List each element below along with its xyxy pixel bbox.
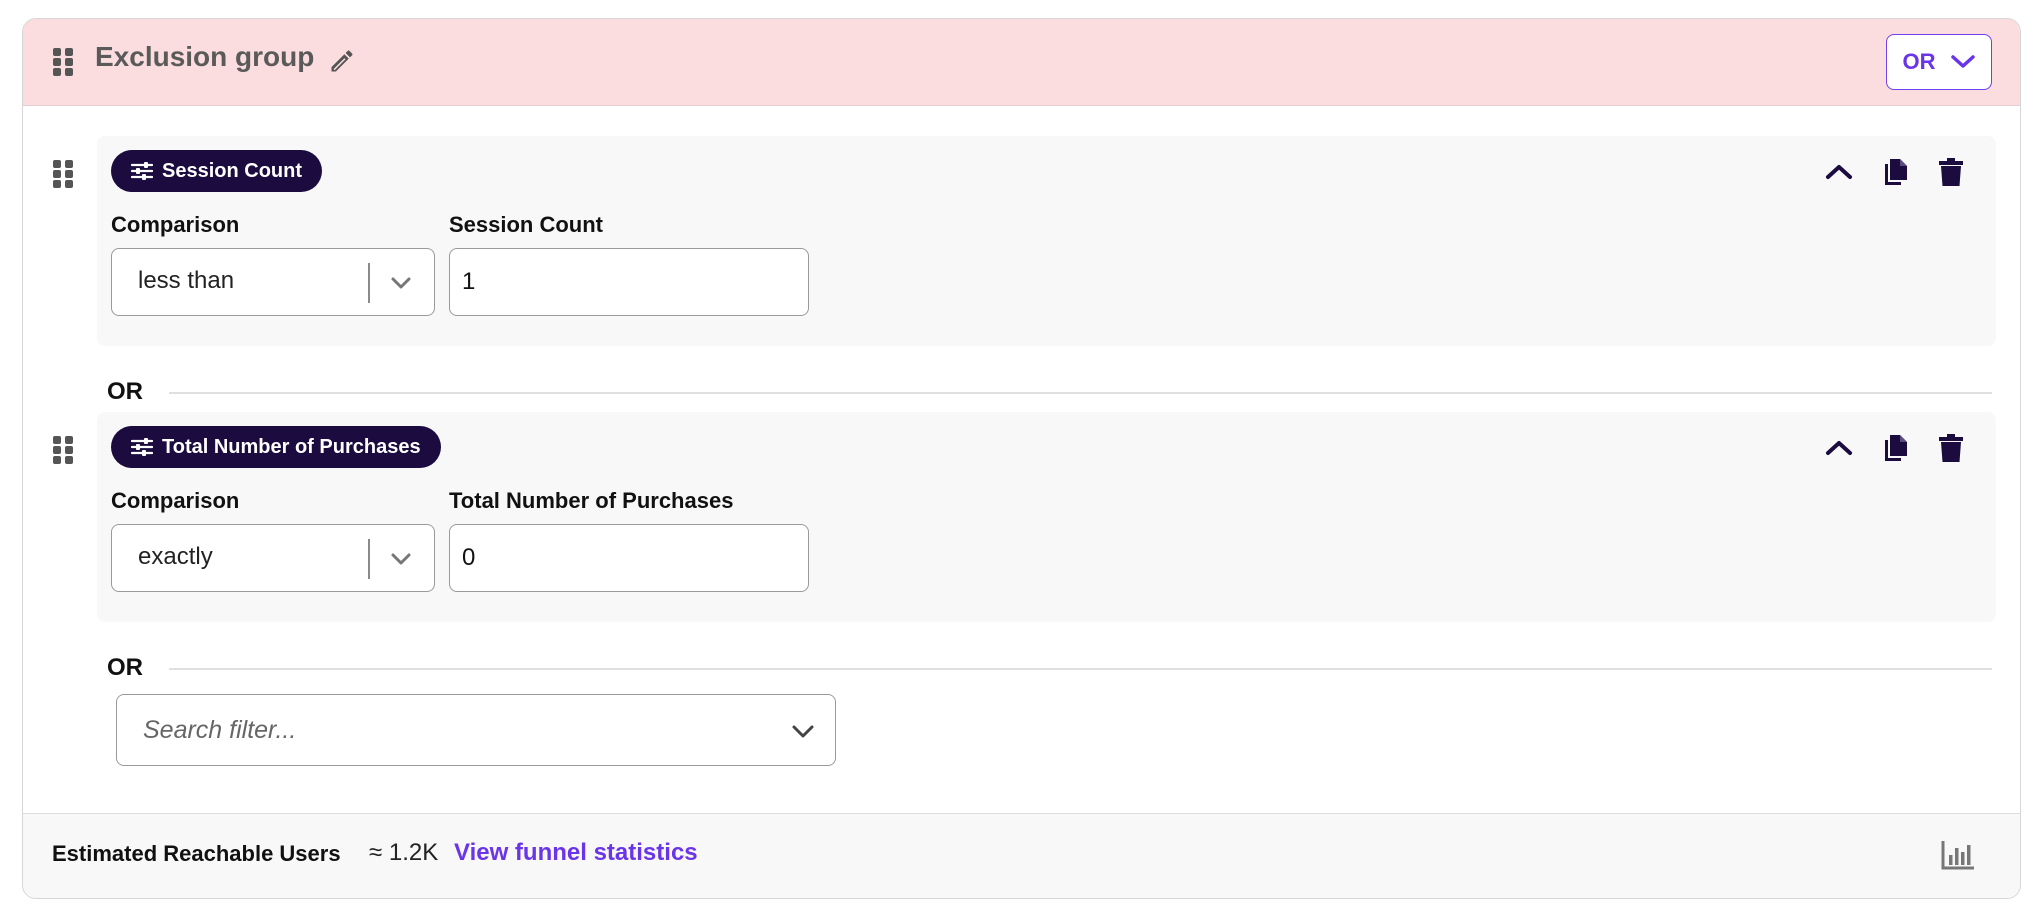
drag-handle-icon[interactable]: [53, 48, 73, 76]
select-divider: [368, 263, 370, 303]
sliders-icon: [131, 162, 153, 180]
estimated-users-value: ≈ 1.2K: [369, 839, 439, 866]
comparison-select[interactable]: exactly: [111, 524, 435, 592]
or-separator-label: OR: [107, 378, 143, 405]
filter-actions: [1824, 432, 1966, 464]
group-header: Exclusion group OR: [23, 19, 2020, 106]
pencil-icon[interactable]: [328, 47, 356, 75]
exclusion-group-card: Exclusion group OR Session Count Compari…: [22, 18, 2021, 899]
value-label: Session Count: [449, 212, 604, 237]
copy-icon[interactable]: [1880, 432, 1910, 464]
filter-actions: [1824, 156, 1966, 188]
copy-icon[interactable]: [1880, 156, 1910, 188]
separator-line: [169, 392, 1992, 394]
comparison-label: Comparison: [111, 212, 240, 237]
group-operator-value: OR: [1902, 49, 1936, 74]
chevron-down-icon: [391, 277, 411, 289]
chevron-up-icon[interactable]: [1824, 432, 1854, 464]
chevron-down-icon: [391, 553, 411, 565]
trash-icon[interactable]: [1936, 432, 1966, 464]
group-title: Exclusion group: [95, 41, 315, 72]
drag-handle-icon[interactable]: [53, 436, 73, 464]
or-separator: OR: [107, 654, 1992, 684]
chevron-down-icon: [1950, 55, 1975, 68]
drag-handle-icon[interactable]: [53, 160, 73, 188]
or-separator: OR: [107, 378, 1992, 408]
comparison-label: Comparison: [111, 488, 240, 513]
trash-icon[interactable]: [1936, 156, 1966, 188]
filter-pill[interactable]: Total Number of Purchases: [111, 426, 441, 468]
comparison-value: exactly: [138, 543, 213, 570]
filter-block-total-purchases: Total Number of Purchases Comparison Tot…: [97, 412, 1996, 622]
search-filter-input[interactable]: [117, 695, 835, 765]
session-count-input[interactable]: [449, 248, 809, 316]
chevron-down-icon: [792, 725, 814, 738]
filter-pill-label: Total Number of Purchases: [162, 435, 421, 458]
comparison-value: less than: [138, 267, 235, 294]
select-divider: [368, 539, 370, 579]
filter-block-session-count: Session Count Comparison Session Count l…: [97, 136, 1996, 346]
view-funnel-statistics-link[interactable]: View funnel statistics: [454, 839, 698, 867]
separator-line: [169, 668, 1992, 670]
search-filter-select[interactable]: [116, 694, 836, 766]
comparison-select[interactable]: less than: [111, 248, 435, 316]
or-separator-label: OR: [107, 654, 143, 681]
value-label: Total Number of Purchases: [449, 488, 734, 513]
group-operator-select[interactable]: OR: [1886, 34, 1992, 90]
sliders-icon: [131, 438, 153, 456]
total-purchases-input[interactable]: [449, 524, 809, 592]
filter-pill-label: Session Count: [162, 159, 303, 182]
chevron-up-icon[interactable]: [1824, 156, 1854, 188]
filter-pill[interactable]: Session Count: [111, 150, 323, 192]
bar-chart-icon[interactable]: [1940, 839, 1976, 871]
footer-bar: Estimated Reachable Users ≈ 1.2K View fu…: [23, 813, 2020, 898]
estimated-users-label: Estimated Reachable Users: [52, 841, 341, 866]
